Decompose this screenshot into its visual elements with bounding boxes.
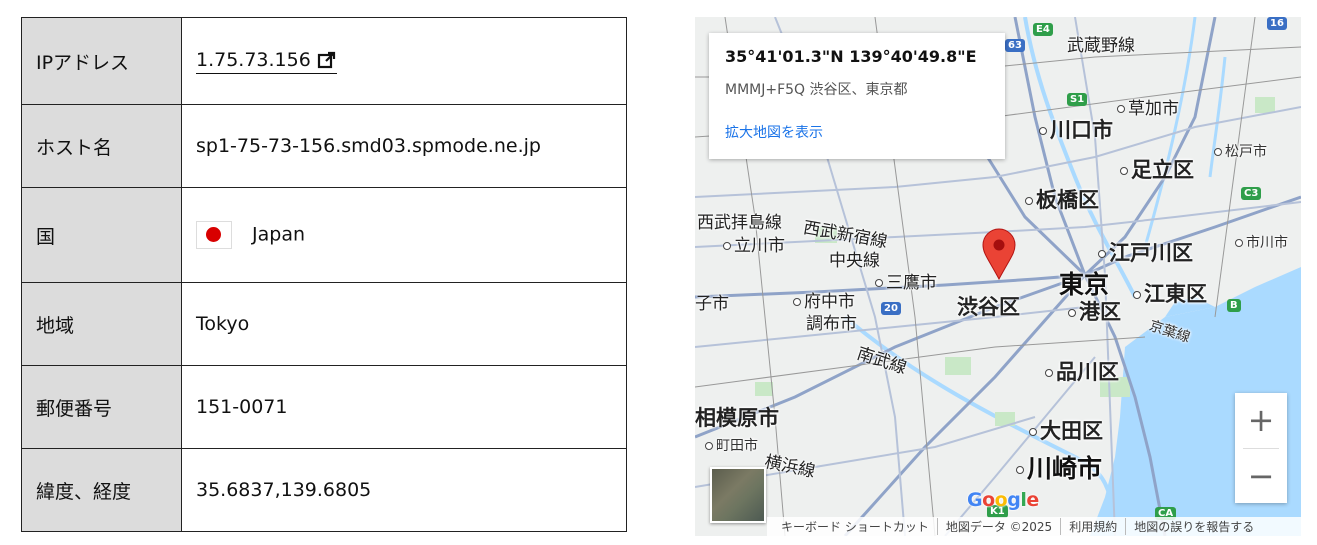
map-label: 市川市 xyxy=(1235,232,1288,252)
table-row: 国 Japan xyxy=(21,187,627,283)
zoom-controls: + − xyxy=(1235,393,1287,503)
map-label: 川口市 xyxy=(1039,114,1113,144)
satellite-toggle-button[interactable] xyxy=(710,467,766,523)
map-label: 大田区 xyxy=(1029,415,1103,445)
label-region: 地域 xyxy=(21,282,182,366)
map-label: 調布市 xyxy=(806,314,857,334)
route-shield: S1 xyxy=(1067,93,1088,106)
route-shield: 16 xyxy=(1267,17,1287,30)
map-label: 立川市 xyxy=(723,231,785,256)
label-postal-code: 郵便番号 xyxy=(21,365,182,449)
label-ip-address: IPアドレス xyxy=(21,17,182,105)
route-shield: 20 xyxy=(881,302,901,315)
zoom-in-button[interactable]: + xyxy=(1235,393,1287,447)
table-row: ホスト名 sp1-75-73-156.smd03.spmode.ne.jp xyxy=(21,104,627,188)
table-row: 緯度、経度 35.6837,139.6805 xyxy=(21,448,627,532)
postal-code-value: 151-0071 xyxy=(181,365,627,449)
route-shield: B xyxy=(1227,299,1241,312)
report-error-link[interactable]: 地図の誤りを報告する xyxy=(1125,518,1262,535)
map-label: 品川区 xyxy=(1045,356,1119,386)
map-label: 相模原市 xyxy=(695,406,779,430)
zoom-out-button[interactable]: − xyxy=(1235,449,1287,503)
label-lat-lng: 緯度、経度 xyxy=(21,448,182,532)
map-label: 西武拝島線 xyxy=(697,213,782,233)
ip-info-table: IPアドレス 1.75.73.156 ホスト名 sp1-75-73-156.sm… xyxy=(21,17,627,532)
map-data-credit: 地図データ ©2025 xyxy=(936,518,1060,535)
ip-address-link[interactable]: 1.75.73.156 xyxy=(196,49,337,74)
label-country: 国 xyxy=(21,187,182,283)
keyboard-shortcuts-link[interactable]: キーボード ショートカット xyxy=(773,518,937,535)
map-label: 江東区 xyxy=(1133,278,1207,308)
map-label: 中央線 xyxy=(829,251,880,271)
map-label: 松戸市 xyxy=(1214,141,1267,161)
terms-link[interactable]: 利用規約 xyxy=(1060,518,1125,535)
hostname-value: sp1-75-73-156.smd03.spmode.ne.jp xyxy=(181,104,627,188)
map-label: 板橋区 xyxy=(1025,184,1099,214)
card-plus-code: MMMJ+F5Q 渋谷区、東京都 xyxy=(725,82,908,98)
route-shield: 63 xyxy=(1005,39,1025,52)
view-larger-map-link[interactable]: 拡大地図を表示 xyxy=(725,122,823,142)
card-coordinates: 35°41'01.3"N 139°40'49.8"E xyxy=(725,47,977,66)
ip-address-value: 1.75.73.156 xyxy=(196,48,311,71)
google-logo: Google xyxy=(967,489,1039,511)
table-row: IPアドレス 1.75.73.156 xyxy=(21,17,627,105)
map-attribution-bar: キーボード ショートカット 地図データ ©2025 利用規約 地図の誤りを報告す… xyxy=(767,517,1301,536)
external-link-icon xyxy=(317,51,335,68)
map-label: 武蔵野線 xyxy=(1067,36,1135,56)
location-pin-icon xyxy=(982,228,1016,281)
route-shield: C3 xyxy=(1241,187,1262,200)
table-row: 郵便番号 151-0071 xyxy=(21,365,627,449)
place-info-card: 35°41'01.3"N 139°40'49.8"E MMMJ+F5Q 渋谷区、… xyxy=(709,33,1005,159)
map-label: 子市 xyxy=(695,294,729,314)
country-value: Japan xyxy=(252,223,306,246)
map-label: 江戸川区 xyxy=(1098,237,1193,267)
map-label: 町田市 xyxy=(705,435,758,455)
map-label: 川崎市 xyxy=(1016,449,1102,485)
map-label: 足立区 xyxy=(1120,154,1194,184)
map-label: 草加市 xyxy=(1117,94,1179,119)
label-hostname: ホスト名 xyxy=(21,104,182,188)
map-label: 渋谷区 xyxy=(957,295,1020,319)
table-row: 地域 Tokyo xyxy=(21,282,627,366)
route-shield: E4 xyxy=(1033,23,1053,36)
map-label: 港区 xyxy=(1068,296,1121,326)
map-label: 三鷹市 xyxy=(875,268,937,293)
region-value: Tokyo xyxy=(181,282,627,366)
lat-lng-value: 35.6837,139.6805 xyxy=(181,448,627,532)
google-map[interactable]: 武蔵野線 川口市 草加市 松戸市 足立区 板橋区 西武拝島線 立川市 西武新宿線… xyxy=(695,17,1301,536)
japan-flag-icon xyxy=(196,221,232,249)
